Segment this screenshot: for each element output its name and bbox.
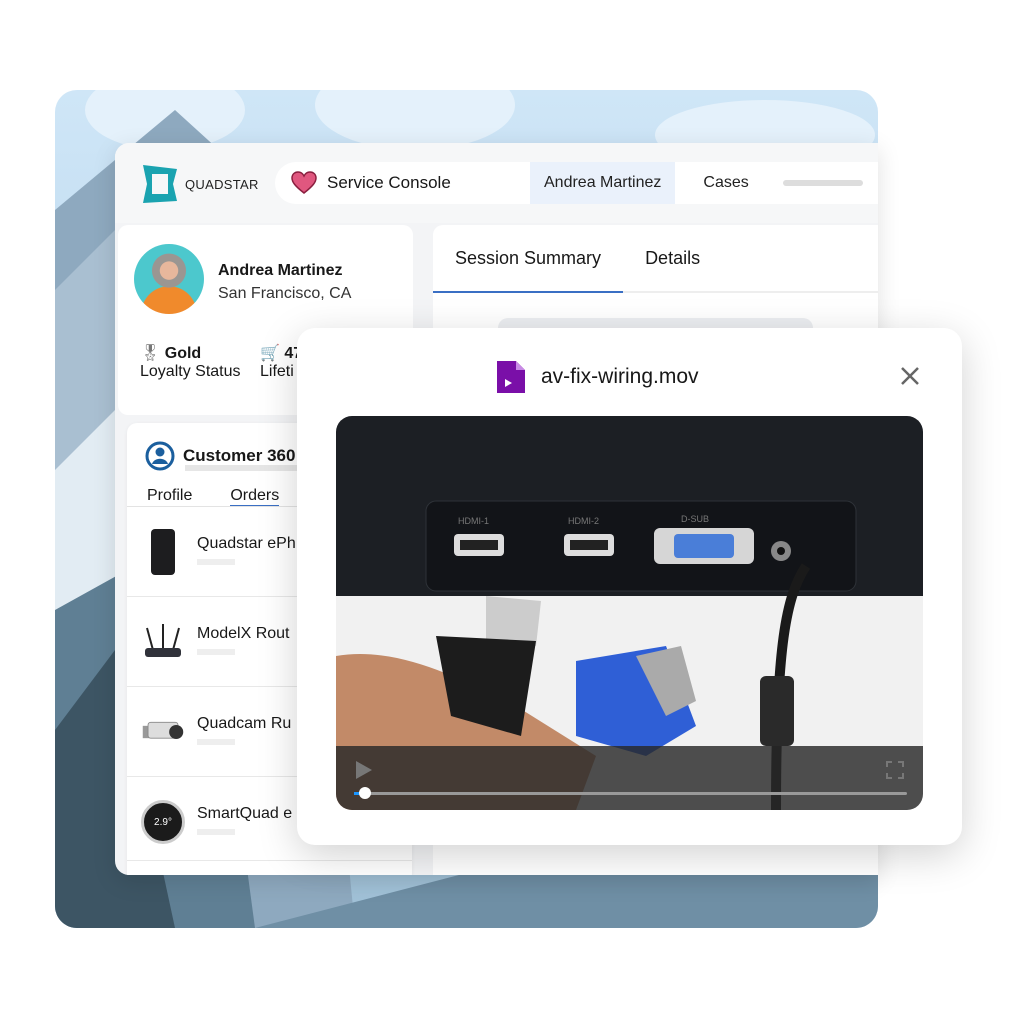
- customer-location: San Francisco, CA: [218, 285, 352, 302]
- port-label: D-SUB: [681, 514, 709, 524]
- heart-icon: [291, 171, 317, 194]
- logo-text: QUADSTAR: [185, 176, 259, 192]
- top-bar: QUADSTAR Service Console Andrea Martinez…: [115, 143, 878, 223]
- progress-thumb[interactable]: [359, 787, 372, 799]
- quadstar-logo-icon: [143, 165, 177, 203]
- stat-label: Loyalty Status: [140, 363, 241, 380]
- phone-icon: [141, 529, 185, 575]
- lifetime-stat: 🛒 47 Lifeti: [260, 343, 302, 381]
- tab-orders[interactable]: Orders: [230, 487, 280, 507]
- fullscreen-icon[interactable]: [885, 760, 905, 780]
- stat-value: Gold: [164, 345, 202, 362]
- order-name: Quadcam Ru: [197, 715, 292, 732]
- video-progress-slider[interactable]: [354, 787, 907, 799]
- cart-icon: 🛒: [260, 345, 280, 362]
- modal-title: av-fix-wiring.mov: [497, 361, 699, 393]
- order-name: SmartQuad e: [197, 805, 293, 822]
- tab-cases[interactable]: Cases: [675, 162, 762, 204]
- customer-360-tabs: Profile Orders: [147, 487, 280, 507]
- console-nav: Service Console Andrea Martinez Cases: [275, 162, 878, 204]
- video-controls: [336, 746, 923, 810]
- app-launcher[interactable]: Service Console: [275, 171, 530, 195]
- app-name: Service Console: [327, 173, 451, 192]
- quadstar-logo[interactable]: QUADSTAR: [141, 163, 259, 205]
- avatar: [134, 244, 204, 314]
- video-preview-modal: av-fix-wiring.mov HDMI-1 HDMI-2 D-SUB: [297, 328, 962, 845]
- router-icon: [141, 619, 185, 665]
- order-name: ModelX Rout: [197, 625, 290, 642]
- file-name: av-fix-wiring.mov: [541, 365, 699, 388]
- tab-details[interactable]: Details: [623, 225, 722, 291]
- loyalty-stat: 🎖 Gold Loyalty Status: [140, 343, 241, 381]
- port-label: HDMI-2: [568, 516, 599, 526]
- camera-icon: [141, 709, 185, 755]
- session-tabs: Session Summary Details: [433, 225, 878, 293]
- video-file-icon: [497, 361, 525, 393]
- order-name: Quadstar ePh: [197, 535, 296, 552]
- port-label: HDMI-1: [458, 516, 489, 526]
- customer-360-title: Customer 360: [183, 446, 296, 465]
- tab-andrea-martinez[interactable]: Andrea Martinez: [530, 162, 676, 204]
- tab-profile[interactable]: Profile: [147, 487, 192, 507]
- close-icon[interactable]: [898, 364, 922, 388]
- stat-label: Lifeti: [260, 363, 294, 380]
- placeholder-bar: [782, 180, 863, 186]
- customer-360-icon: [145, 441, 175, 471]
- award-icon: 🎖: [140, 345, 161, 362]
- play-icon[interactable]: [354, 760, 374, 780]
- thermostat-icon: 2.9°: [141, 799, 185, 845]
- video-player[interactable]: HDMI-1 HDMI-2 D-SUB: [336, 416, 923, 810]
- customer-name: Andrea Martinez: [218, 262, 343, 279]
- tab-session-summary[interactable]: Session Summary: [433, 225, 624, 293]
